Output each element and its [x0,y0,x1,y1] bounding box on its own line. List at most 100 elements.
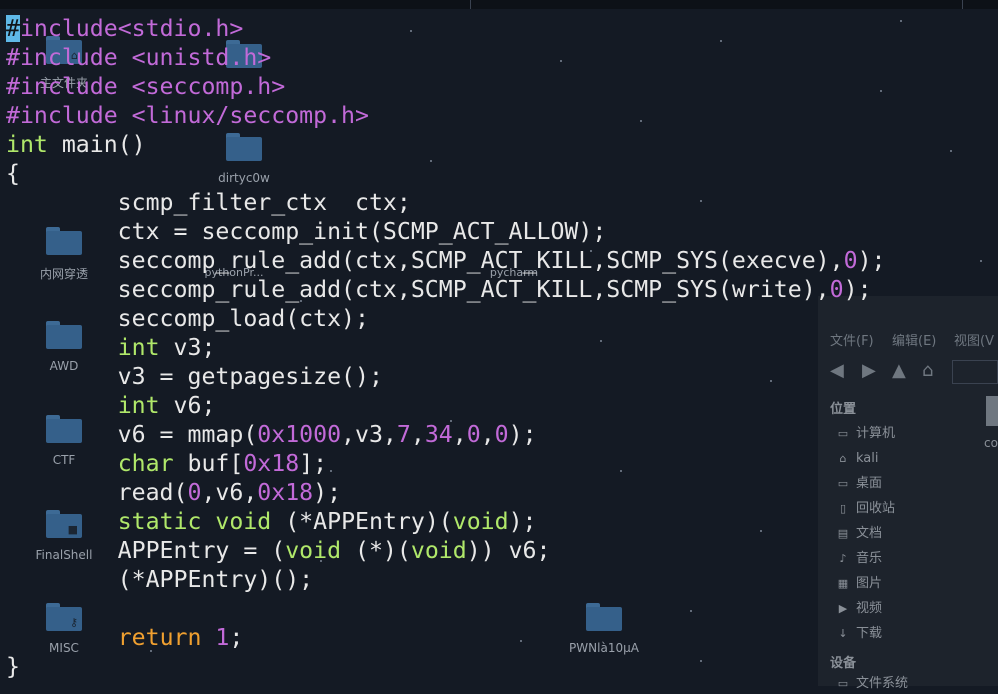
code-token: ); [857,247,886,274]
code-token: , [410,421,425,448]
code-line[interactable]: (*APPEntry)(); [6,565,886,594]
code-token: seccomp_rule_add(ctx,SCMP_ACT_KILL,SCMP_… [6,276,830,303]
code-line[interactable]: seccomp_load(ctx); [6,304,886,333]
code-token: ctx = seccomp_init(SCMP_ACT_ALLOW); [6,218,607,245]
code-token: void [285,537,342,564]
code-line[interactable]: v6 = mmap(0x1000,v3,7,34,0,0); [6,420,886,449]
code-token: v3 = getpagesize(); [6,363,383,390]
code-editor[interactable]: #include<stdio.h> #include <unistd.h> #inc… [6,14,886,681]
code-line[interactable]: ctx = seccomp_init(SCMP_ACT_ALLOW); [6,217,886,246]
code-line[interactable]: v3 = getpagesize(); [6,362,886,391]
code-token: , [452,421,467,448]
code-token: )) v6; [466,537,551,564]
code-token: char [117,450,174,477]
screen: { "desktop_icons": [ {"label":"主文件夹","em… [0,0,998,691]
code-token: ); [508,508,537,535]
code-token: ; [229,624,244,651]
code-token: void [215,508,272,535]
code-token: read( [6,479,188,506]
star [980,260,982,262]
code-token: seccomp_load(ctx); [6,305,369,332]
window-tab-bar[interactable] [0,0,998,9]
code-line[interactable]: read(0,v6,0x18); [6,478,886,507]
code-token: ,v3, [341,421,397,448]
code-token: 34 [424,421,453,448]
code-token: void [452,508,509,535]
code-token: (*APPEntry)(); [6,566,314,593]
code-token: <linux/seccomp.h> [131,102,369,129]
code-token: <seccomp.h> [131,73,286,100]
code-token: (*)( [341,537,411,564]
code-token: ); [508,421,537,448]
code-token: 0 [494,421,509,448]
code-line[interactable]: static void (*APPEntry)(void); [6,507,886,536]
code-line[interactable] [6,594,886,623]
menu-edit[interactable]: 编辑(E) [892,330,936,349]
code-token: v3; [159,334,216,361]
tab-1[interactable] [0,0,471,9]
code-token: #include [6,102,132,129]
code-token: include [19,15,118,42]
code-token: 0x1000 [257,421,342,448]
code-line[interactable]: scmp_filter_ctx ctx; [6,188,886,217]
code-token: (*APPEntry)( [271,508,453,535]
code-line[interactable]: #include <linux/seccomp.h> [6,101,886,130]
code-token: 0 [829,276,844,303]
code-token: int [117,334,160,361]
file-icon[interactable] [986,396,998,426]
code-line[interactable]: seccomp_rule_add(ctx,SCMP_ACT_KILL,SCMP_… [6,246,886,275]
code-token: return [117,624,202,651]
file-label: co [984,436,998,450]
code-token: #include [6,44,132,71]
code-line[interactable]: char buf[0x18]; [6,449,886,478]
tab-2[interactable] [482,0,963,9]
code-token: ); [313,479,342,506]
code-token: static [117,508,202,535]
code-token: scmp_filter_ctx ctx; [6,189,411,216]
code-token: int [6,131,48,158]
star [950,150,952,152]
code-token: 0 [187,479,202,506]
code-line[interactable]: #include <seccomp.h> [6,72,886,101]
code-token: buf[ [173,450,244,477]
code-line[interactable]: } [6,652,886,681]
menu-view[interactable]: 视图(V [954,330,994,349]
code-token: { [6,160,20,187]
code-line[interactable]: APPEntry = (void (*)(void)) v6; [6,536,886,565]
code-token: , [480,421,495,448]
location-bar[interactable] [952,360,998,384]
code-token: int [117,392,160,419]
code-line[interactable]: seccomp_rule_add(ctx,SCMP_ACT_KILL,SCMP_… [6,275,886,304]
code-token: ,v6, [201,479,258,506]
star [900,20,902,22]
code-token: #include [6,73,132,100]
code-line[interactable]: int main() [6,130,886,159]
text-cursor: # [6,15,20,42]
code-token: ]; [299,450,328,477]
code-line[interactable]: int v3; [6,333,886,362]
code-line[interactable]: { [6,159,886,188]
code-token: 0 [466,421,481,448]
code-token: v6 = mmap( [6,421,258,448]
code-token: ); [843,276,872,303]
code-token: 1 [215,624,230,651]
up-arrow-icon[interactable]: ▲ [892,360,906,381]
code-token: main() [47,131,146,158]
code-token: } [6,653,20,680]
code-line[interactable]: return 1; [6,623,886,652]
code-token: 0x18 [257,479,314,506]
code-line[interactable]: #include <unistd.h> [6,43,886,72]
code-line[interactable]: #include<stdio.h> [6,14,886,43]
home-nav-icon[interactable]: ⌂ [922,360,933,381]
code-token: APPEntry = ( [6,537,286,564]
code-token: <unistd.h> [131,44,272,71]
code-line[interactable]: int v6; [6,391,886,420]
code-token: 7 [396,421,411,448]
code-token: v6; [159,392,216,419]
